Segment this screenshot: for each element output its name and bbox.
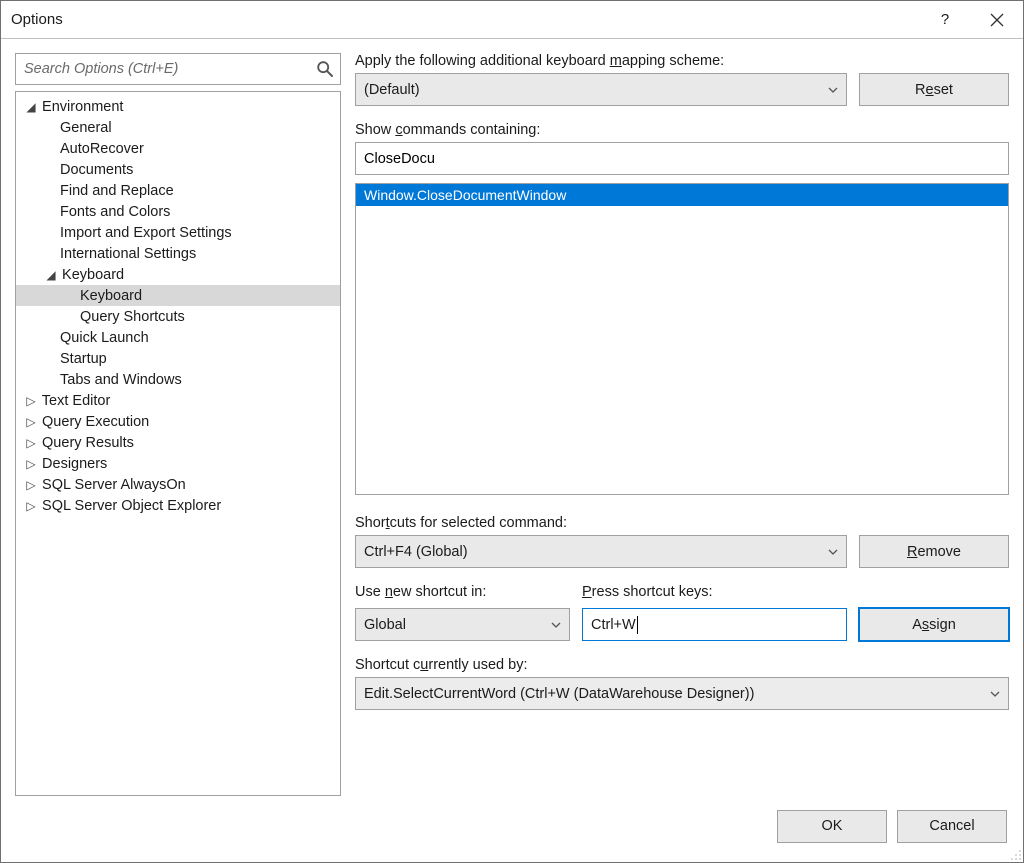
tree-item-label: Quick Launch <box>60 330 149 346</box>
tree-item[interactable]: International Settings <box>16 243 340 264</box>
tree-item-label: Fonts and Colors <box>60 204 170 220</box>
tree-item[interactable]: Quick Launch <box>16 327 340 348</box>
list-item[interactable]: Window.CloseDocumentWindow <box>356 184 1008 206</box>
used-by-combo[interactable]: Edit.SelectCurrentWord (Ctrl+W (DataWare… <box>355 677 1009 710</box>
tree-item[interactable]: Keyboard <box>16 285 340 306</box>
help-button[interactable]: ? <box>919 1 971 39</box>
expand-icon[interactable]: ▷ <box>24 499 38 513</box>
options-tree[interactable]: ◢ Environment General AutoRecover Documents… <box>15 91 341 796</box>
press-shortcut-value: Ctrl+W <box>591 617 636 633</box>
mapping-scheme-label: Apply the following additional keyboard … <box>355 53 1009 69</box>
tree-item[interactable]: ▷ SQL Server AlwaysOn <box>16 474 340 495</box>
collapse-icon[interactable]: ◢ <box>24 100 38 114</box>
tree-item-label: Environment <box>42 99 123 115</box>
tree-item[interactable]: ▷ Query Execution <box>16 411 340 432</box>
expand-icon[interactable]: ▷ <box>24 436 38 450</box>
close-icon <box>990 13 1004 27</box>
expand-icon[interactable]: ▷ <box>24 457 38 471</box>
tree-item-label: General <box>60 120 112 136</box>
search-icon <box>316 60 334 78</box>
tree-item[interactable]: Import and Export Settings <box>16 222 340 243</box>
use-new-shortcut-label: Use new shortcut in: <box>355 584 570 600</box>
reset-button[interactable]: Reset <box>859 73 1009 106</box>
tree-item[interactable]: ▷ Text Editor <box>16 390 340 411</box>
tree-item-label: International Settings <box>60 246 196 262</box>
tree-item-label: Keyboard <box>80 288 142 304</box>
tree-item-label: AutoRecover <box>60 141 144 157</box>
shortcuts-value: Ctrl+F4 (Global) <box>364 544 468 560</box>
tree-item-label: Text Editor <box>42 393 111 409</box>
press-shortcut-label: Press shortcut keys: <box>582 584 847 600</box>
collapse-icon[interactable]: ◢ <box>44 268 58 282</box>
tree-item[interactable]: AutoRecover <box>16 138 340 159</box>
mapping-scheme-combo[interactable]: (Default) <box>355 73 847 106</box>
expand-icon[interactable]: ▷ <box>24 415 38 429</box>
tree-item-label: Designers <box>42 456 107 472</box>
tree-item-label: Query Shortcuts <box>80 309 185 325</box>
expand-icon[interactable]: ▷ <box>24 394 38 408</box>
tree-item[interactable]: Find and Replace <box>16 180 340 201</box>
window-title: Options <box>11 11 919 28</box>
mapping-scheme-value: (Default) <box>364 82 420 98</box>
shortcuts-combo[interactable]: Ctrl+F4 (Global) <box>355 535 847 568</box>
used-by-value: Edit.SelectCurrentWord (Ctrl+W (DataWare… <box>364 686 754 702</box>
tree-item[interactable]: Documents <box>16 159 340 180</box>
tree-item[interactable]: Startup <box>16 348 340 369</box>
tree-item[interactable]: ◢ Keyboard <box>16 264 340 285</box>
chevron-down-icon <box>826 545 840 559</box>
tree-item[interactable]: Fonts and Colors <box>16 201 340 222</box>
chevron-down-icon <box>988 687 1002 701</box>
search-box[interactable] <box>15 53 341 85</box>
tree-item-label: Tabs and Windows <box>60 372 182 388</box>
titlebar: Options ? <box>1 1 1023 39</box>
chevron-down-icon <box>826 83 840 97</box>
tree-item-label: Startup <box>60 351 107 367</box>
tree-item-label: SQL Server AlwaysOn <box>42 477 186 493</box>
used-by-label: Shortcut currently used by: <box>355 657 1009 673</box>
tree-item-label: Find and Replace <box>60 183 174 199</box>
use-new-shortcut-combo[interactable]: Global <box>355 608 570 641</box>
tree-item-label: Query Execution <box>42 414 149 430</box>
tree-item[interactable]: ▷ SQL Server Object Explorer <box>16 495 340 516</box>
tree-item[interactable]: ▷ Designers <box>16 453 340 474</box>
tree-item[interactable]: ◢ Environment <box>16 96 340 117</box>
tree-item[interactable]: Query Shortcuts <box>16 306 340 327</box>
cancel-button[interactable]: Cancel <box>897 810 1007 843</box>
search-input[interactable] <box>16 54 340 84</box>
press-shortcut-input[interactable]: Ctrl+W <box>582 608 847 641</box>
expand-icon[interactable]: ▷ <box>24 478 38 492</box>
show-commands-input[interactable] <box>355 142 1009 175</box>
text-caret <box>637 616 638 634</box>
ok-button[interactable]: OK <box>777 810 887 843</box>
tree-item[interactable]: Tabs and Windows <box>16 369 340 390</box>
tree-item-label: SQL Server Object Explorer <box>42 498 221 514</box>
shortcuts-label: Shortcuts for selected command: <box>355 515 1009 531</box>
left-column: ◢ Environment General AutoRecover Documents… <box>15 53 341 796</box>
right-column: Apply the following additional keyboard … <box>355 53 1009 796</box>
close-button[interactable] <box>971 1 1023 39</box>
dialog-footer: OK Cancel <box>1 804 1023 862</box>
tree-item[interactable]: ▷ Query Results <box>16 432 340 453</box>
tree-item[interactable]: General <box>16 117 340 138</box>
tree-item-label: Query Results <box>42 435 134 451</box>
show-commands-label: Show commands containing: <box>355 122 1009 138</box>
chevron-down-icon <box>549 618 563 632</box>
commands-listbox[interactable]: Window.CloseDocumentWindow <box>355 183 1009 495</box>
options-dialog: Options ? ◢ Environment General AutoRecove… <box>0 0 1024 863</box>
assign-button[interactable]: Assign <box>859 608 1009 641</box>
tree-item-label: Keyboard <box>62 267 124 283</box>
remove-button[interactable]: Remove <box>859 535 1009 568</box>
use-new-shortcut-value: Global <box>364 617 406 633</box>
tree-item-label: Import and Export Settings <box>60 225 232 241</box>
tree-item-label: Documents <box>60 162 133 178</box>
resize-grip[interactable] <box>1008 847 1022 861</box>
